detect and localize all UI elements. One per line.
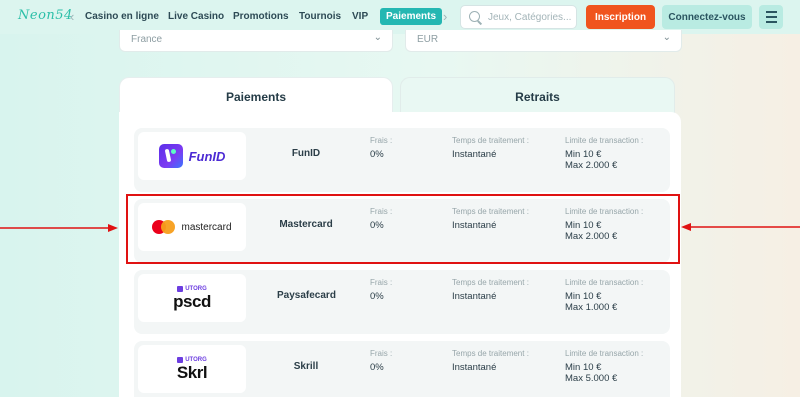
country-value: France xyxy=(131,34,163,45)
method-name: FunID xyxy=(291,148,321,159)
highlight-box xyxy=(126,194,680,264)
search-input[interactable]: Jeux, Catégories... xyxy=(460,5,577,29)
fee-label: Frais : xyxy=(370,278,393,287)
limit-label: Limite de transaction : xyxy=(565,278,644,287)
site-logo[interactable]: Neon54 xyxy=(18,8,73,23)
fee-label: Frais : xyxy=(370,349,393,358)
payment-method-row: UTORG pscd Paysafecard Frais : 0% Temps … xyxy=(134,270,670,334)
signup-button[interactable]: Inscription xyxy=(586,5,655,29)
country-select[interactable]: France ⌄ xyxy=(119,30,393,52)
time-value: Instantané xyxy=(452,291,497,302)
search-placeholder: Jeux, Catégories... xyxy=(488,11,572,23)
method-name: Paysafecard xyxy=(277,290,336,301)
currency-value: EUR xyxy=(417,34,439,45)
time-value: Instantané xyxy=(452,362,497,373)
limit-value: Min 10 € Max 5.000 € xyxy=(565,362,618,384)
method-name: Skrill xyxy=(293,361,319,372)
fee-label: Frais : xyxy=(370,136,393,145)
payment-method-row: UTORG Skrl Skrill Frais : 0% Temps de tr… xyxy=(134,341,670,397)
chevron-down-icon: ⌄ xyxy=(662,32,671,43)
tab-paiements[interactable]: Paiements xyxy=(119,77,393,115)
nav-item-live-casino[interactable]: Live Casino xyxy=(168,11,224,22)
chevron-down-icon: ⌄ xyxy=(373,32,382,43)
fee-value: 0% xyxy=(370,149,384,160)
fee-value: 0% xyxy=(370,291,384,302)
hamburger-icon[interactable] xyxy=(759,5,783,29)
arrow-right-icon xyxy=(0,224,118,232)
time-label: Temps de traitement : xyxy=(452,278,529,287)
search-icon xyxy=(469,10,482,24)
time-label: Temps de traitement : xyxy=(452,349,529,358)
limit-label: Limite de transaction : xyxy=(565,349,644,358)
limit-label: Limite de transaction : xyxy=(565,136,644,145)
time-label: Temps de traitement : xyxy=(452,136,529,145)
nav-scroll-right-icon[interactable]: › xyxy=(443,9,447,24)
arrow-left-icon xyxy=(681,223,800,231)
time-value: Instantané xyxy=(452,149,497,160)
funid-logo: FunID xyxy=(138,132,246,180)
funid-icon xyxy=(158,144,183,168)
nav-item-paiements[interactable]: Paiements xyxy=(380,8,443,25)
nav-item-tournois[interactable]: Tournois xyxy=(299,11,341,22)
skrill-logo: UTORG Skrl xyxy=(138,345,246,393)
login-button[interactable]: Connectez-vous xyxy=(662,5,752,29)
nav-item-vip[interactable]: VIP xyxy=(352,11,368,22)
limit-value: Min 10 € Max 2.000 € xyxy=(565,149,618,171)
payment-method-row: FunID FunID Frais : 0% Temps de traiteme… xyxy=(134,128,670,192)
currency-select[interactable]: EUR ⌄ xyxy=(405,30,682,52)
nav-scroll-left-icon[interactable]: ‹ xyxy=(70,9,74,24)
nav-item-casino[interactable]: Casino en ligne xyxy=(85,11,159,22)
tab-retraits[interactable]: Retraits xyxy=(400,77,675,115)
paysafecard-logo: UTORG pscd xyxy=(138,274,246,322)
nav-item-promotions[interactable]: Promotions xyxy=(233,11,289,22)
top-navigation-bar: Neon54 ‹ Casino en ligne Live Casino Pro… xyxy=(0,0,800,34)
limit-value: Min 10 € Max 1.000 € xyxy=(565,291,618,313)
fee-value: 0% xyxy=(370,362,384,373)
